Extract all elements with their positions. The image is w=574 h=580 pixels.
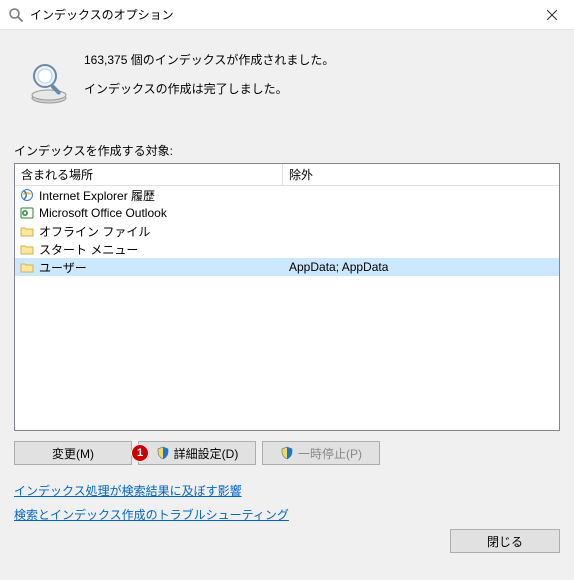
ie-icon [19,187,35,203]
advanced-button[interactable]: 1 詳細設定(D) [138,441,256,465]
list-body: Internet Explorer 履歴 Microsoft Office Ou… [15,186,559,276]
link-impact[interactable]: インデックス処理が検索結果に及ぼす影響 [14,479,242,503]
list-item[interactable]: Internet Explorer 履歴 [15,186,559,204]
list-header: 含まれる場所 除外 [15,164,559,186]
list-item-label: スタート メニュー [39,241,283,258]
pause-button-label: 一時停止(P) [298,445,362,462]
window-title: インデックスのオプション [30,6,529,23]
list-item[interactable]: Microsoft Office Outlook [15,204,559,222]
magnifier-drive-icon [14,40,84,106]
list-item-label: Internet Explorer 履歴 [39,187,283,204]
list-item[interactable]: スタート メニュー [15,240,559,258]
search-icon [8,7,24,23]
link-troubleshoot[interactable]: 検索とインデックス作成のトラブルシューティング [14,503,289,527]
shield-icon [280,446,294,460]
close-button[interactable]: 閉じる [450,529,560,553]
list-item-label: ユーザー [39,259,283,276]
list-item[interactable]: ユーザー AppData; AppData [15,258,559,276]
status-row: 163,375 個のインデックスが作成されました。 インデックスの作成は完了しま… [14,40,560,106]
advanced-button-label: 詳細設定(D) [174,445,239,462]
locations-label: インデックスを作成する対象: [14,142,560,159]
modify-button-label: 変更(M) [52,445,94,462]
titlebar: インデックスのオプション [0,0,574,30]
list-item-label: Microsoft Office Outlook [39,206,283,220]
index-complete-text: インデックスの作成は完了しました。 [84,75,334,104]
list-item-label: オフライン ファイル [39,223,283,240]
client-area: 163,375 個のインデックスが作成されました。 インデックスの作成は完了しま… [0,30,574,563]
links: インデックス処理が検索結果に及ぼす影響 検索とインデックス作成のトラブルシューテ… [14,479,560,527]
folder-icon [19,223,35,239]
folder-icon [19,241,35,257]
close-button-label: 閉じる [487,533,523,550]
window-close-button[interactable] [529,0,574,30]
annotation-badge: 1 [131,444,149,462]
shield-icon [156,446,170,460]
pause-button: 一時停止(P) [262,441,380,465]
column-header-exclude[interactable]: 除外 [283,164,559,185]
locations-list[interactable]: 含まれる場所 除外 Internet Explorer 履歴 Microsoft… [14,163,560,431]
index-count-text: 163,375 個のインデックスが作成されました。 [84,46,334,75]
button-row: 変更(M) 1 詳細設定(D) 一時停止(P) [14,441,560,465]
list-item[interactable]: オフライン ファイル [15,222,559,240]
column-header-location[interactable]: 含まれる場所 [15,164,283,185]
close-icon [547,10,557,20]
folder-icon [19,259,35,275]
outlook-icon [19,205,35,221]
modify-button[interactable]: 変更(M) [14,441,132,465]
list-item-exclude: AppData; AppData [283,260,559,274]
